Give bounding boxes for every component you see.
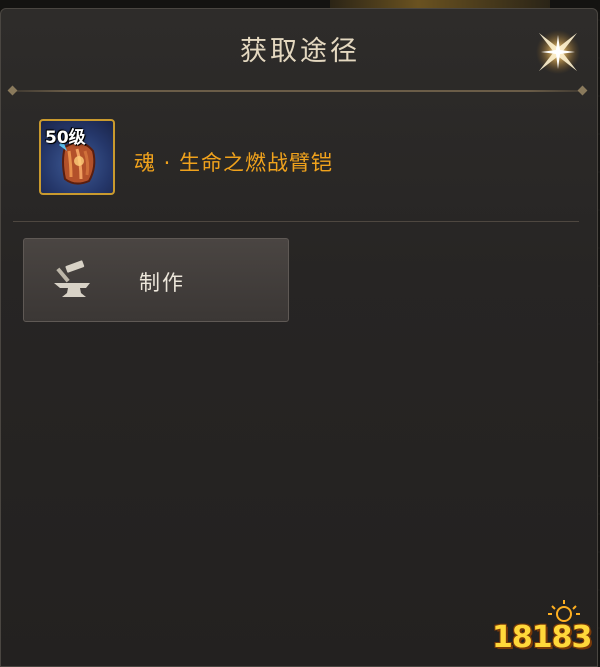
dialog-title: 获取途径: [240, 36, 360, 67]
close-button[interactable]: [527, 21, 589, 83]
site-watermark: 18183: [492, 598, 592, 660]
item-row: 50级 魂 · 生命之燃战臂铠: [13, 105, 583, 213]
divider-ornament-right: [577, 85, 588, 96]
item-divider: [13, 221, 579, 222]
acquisition-dialog: 获取途径 50级 魂 · 生命之燃战臂铠 制作: [0, 8, 598, 667]
source-craft-button[interactable]: 制作: [23, 238, 289, 322]
item-slot[interactable]: 50级: [39, 119, 115, 195]
watermark-text: 18183: [492, 620, 592, 655]
source-craft-label: 制作: [139, 271, 185, 295]
title-divider: [11, 90, 585, 92]
item-level-badge: 50级: [45, 128, 86, 148]
divider-ornament-left: [7, 85, 18, 96]
close-sparkle-icon: [536, 30, 580, 74]
item-name: 魂 · 生命之燃战臂铠: [134, 151, 334, 175]
